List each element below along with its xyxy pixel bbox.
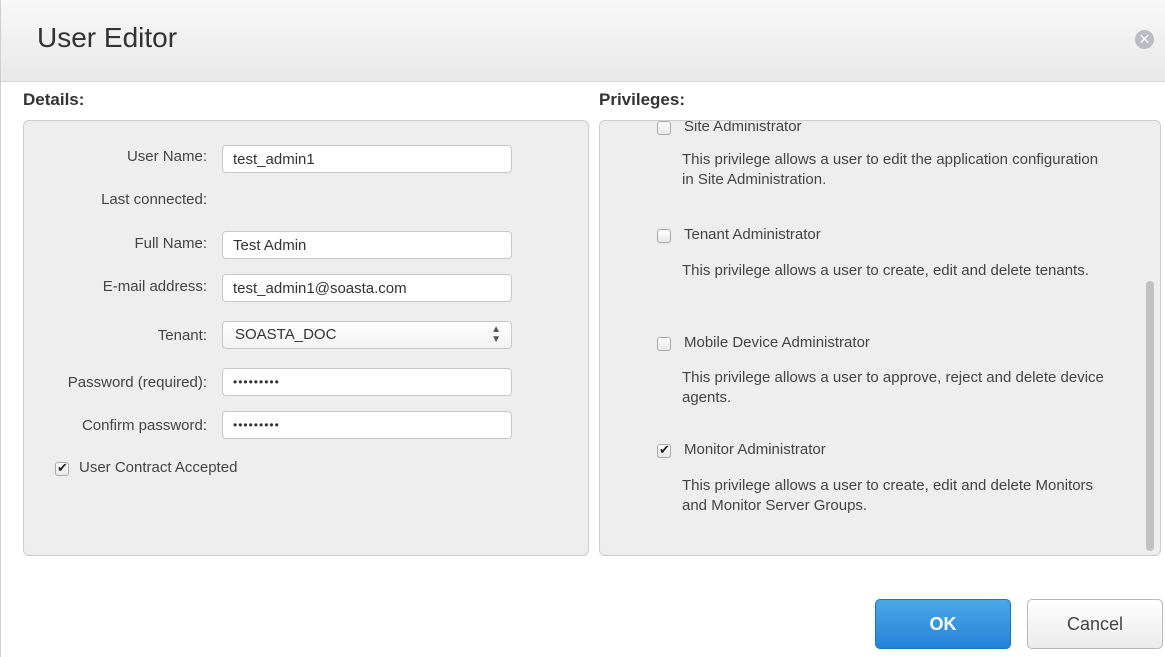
monitor-admin-checkbox[interactable]: ✔ (657, 442, 671, 458)
confirm-password-input[interactable] (222, 411, 512, 439)
dialog-title-bar[interactable]: User Editor ✕ (1, 0, 1165, 82)
tenant-select-value: SOASTA_DOC (235, 326, 337, 343)
details-heading: Details: (23, 90, 85, 109)
privileges-panel: Site Administrator This privilege allows… (599, 120, 1161, 556)
site-admin-checkbox[interactable] (657, 121, 671, 135)
dialog-title: User Editor (37, 22, 178, 53)
email-input[interactable] (222, 274, 512, 302)
tenant-label: Tenant: (157, 327, 207, 344)
full-name-label: Full Name: (134, 235, 207, 252)
privileges-scrollbar[interactable] (1145, 121, 1155, 555)
user-editor-dialog: User Editor ✕ Details: Privileges: User … (0, 0, 1165, 657)
monitor-admin-label: Monitor Administrator (684, 441, 826, 458)
scrollbar-thumb[interactable] (1146, 281, 1154, 551)
password-label: Password (required): (67, 374, 207, 391)
password-input[interactable] (222, 368, 512, 396)
cancel-button[interactable]: Cancel (1027, 599, 1163, 649)
privileges-heading: Privileges: (599, 90, 685, 109)
full-name-input[interactable] (222, 231, 512, 259)
mobile-device-admin-description: This privilege allows a user to approve,… (682, 369, 1104, 406)
select-arrows-icon: ▲ ▼ (491, 324, 501, 345)
tenant-admin-description: This privilege allows a user to create, … (682, 262, 1089, 279)
site-admin-label: Site Administrator (684, 120, 802, 135)
confirm-password-label: Confirm password: (81, 417, 207, 434)
details-panel: User Name: Last connected: Full Name: E-… (23, 120, 589, 556)
user-name-label: User Name: (126, 148, 207, 165)
checkmark-icon: ✔ (659, 442, 670, 457)
tenant-admin-checkbox[interactable] (657, 229, 671, 243)
user-contract-checkbox[interactable]: ✔ (55, 460, 69, 476)
tenant-select[interactable]: SOASTA_DOC ▲ ▼ (222, 321, 512, 349)
site-admin-description: This privilege allows a user to edit the… (682, 151, 1099, 188)
monitor-admin-description: This privilege allows a user to create, … (682, 477, 1094, 514)
tenant-admin-label: Tenant Administrator (684, 226, 821, 243)
close-icon[interactable]: ✕ (1135, 30, 1154, 49)
mobile-device-admin-label: Mobile Device Administrator (684, 334, 870, 351)
last-connected-label: Last connected: (101, 191, 207, 208)
ok-button[interactable]: OK (875, 599, 1011, 649)
user-contract-label: User Contract Accepted (79, 459, 238, 476)
email-label: E-mail address: (102, 278, 207, 295)
mobile-device-admin-checkbox[interactable] (657, 337, 671, 351)
checkmark-icon: ✔ (57, 460, 68, 475)
user-name-input[interactable] (222, 145, 512, 173)
